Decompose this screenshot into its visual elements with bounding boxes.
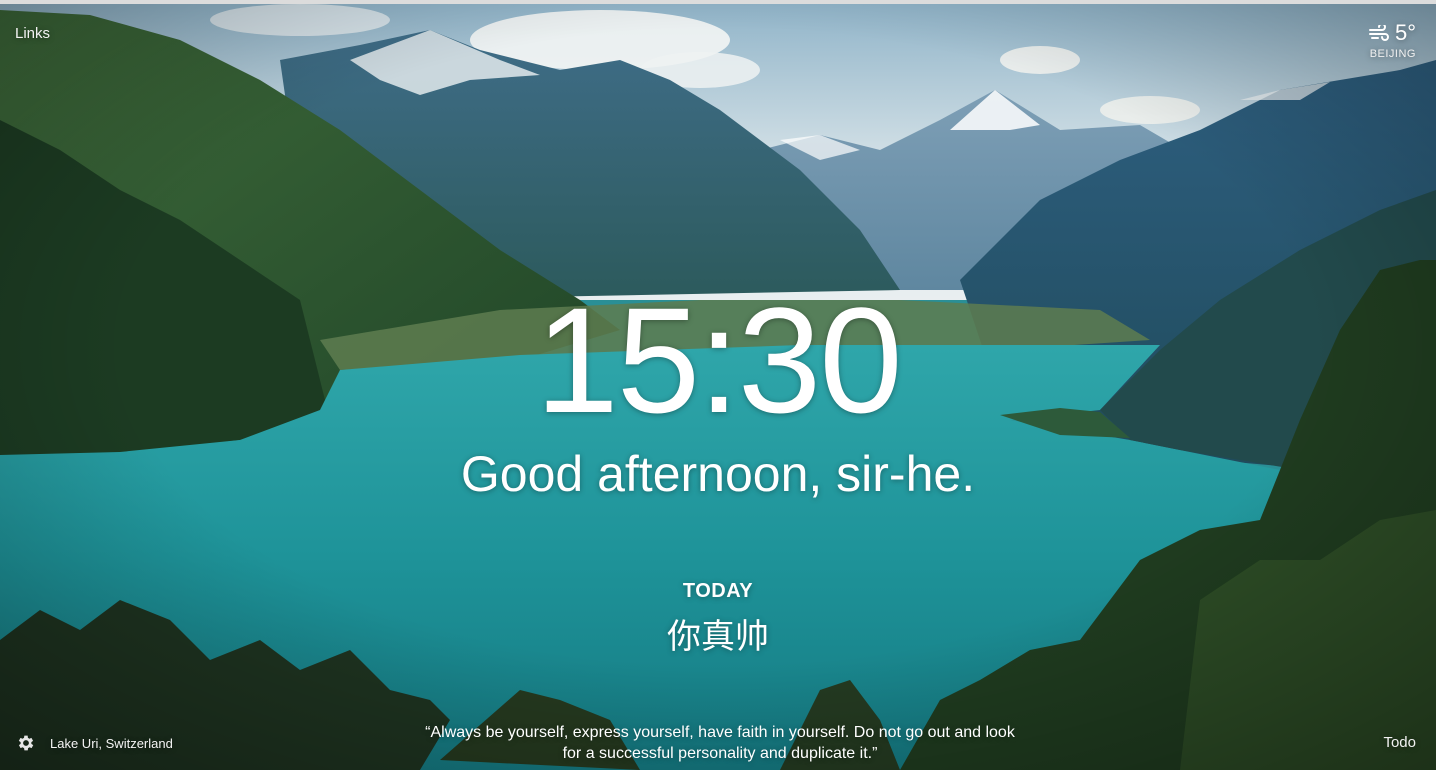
photo-location[interactable]: Lake Uri, Switzerland bbox=[50, 736, 173, 751]
weather-widget[interactable]: 5° BEIJING bbox=[1368, 20, 1416, 60]
gear-icon[interactable] bbox=[16, 733, 36, 753]
dashboard-page: Links 5° BEIJING 15:30 Good afternoon, s… bbox=[0, 0, 1436, 770]
window-top-edge bbox=[0, 0, 1436, 4]
weather-city: BEIJING bbox=[1369, 48, 1416, 60]
focus-text[interactable]: 你真帅 bbox=[0, 609, 1436, 658]
focus-block: TODAY 你真帅 bbox=[0, 580, 1436, 658]
links-button[interactable]: Links bbox=[15, 25, 50, 42]
focus-heading: TODAY bbox=[682, 580, 754, 602]
todo-button[interactable]: Todo bbox=[1383, 734, 1416, 751]
clock-time: 15:30 bbox=[535, 276, 902, 444]
quote-text[interactable]: “Always be yourself, express yourself, h… bbox=[420, 722, 1020, 764]
wind-icon bbox=[1368, 25, 1389, 41]
footer-left: Lake Uri, Switzerland bbox=[16, 733, 173, 753]
greeting-text: Good afternoon, sir-he. bbox=[460, 446, 976, 502]
weather-temperature: 5° bbox=[1394, 20, 1416, 45]
center-block: 15:30 Good afternoon, sir-he. bbox=[0, 280, 1436, 504]
